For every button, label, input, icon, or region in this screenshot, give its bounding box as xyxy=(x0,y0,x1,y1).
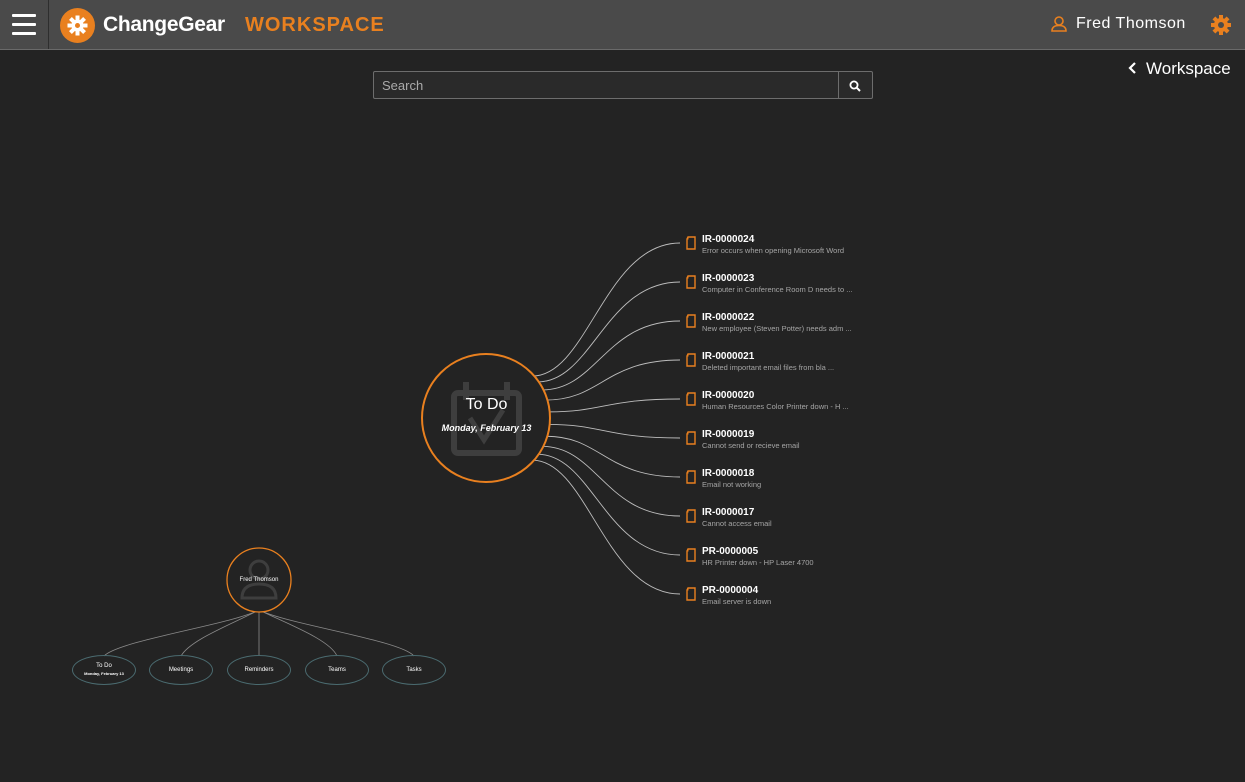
hub-link xyxy=(546,435,681,478)
ticket-description: HR Printer down - HP Laser 4700 xyxy=(702,558,814,567)
hub-link xyxy=(542,320,681,391)
minimap-user-name: Fred Thomson xyxy=(239,577,279,583)
minimap-node-label: Reminders xyxy=(244,667,274,673)
ticket-description: Human Resources Color Printer down - H .… xyxy=(702,402,849,411)
todo-hub-node[interactable] xyxy=(421,353,551,483)
document-icon xyxy=(686,470,696,484)
minimap-node-meetings[interactable]: Meetings xyxy=(149,655,213,685)
minimap-node-todo[interactable]: To Do Monday, February 13 xyxy=(72,655,136,685)
hub-links xyxy=(532,242,681,595)
hub-link xyxy=(537,453,681,556)
ticket-id: IR-0000024 xyxy=(702,234,755,245)
minimap-node-teams[interactable]: Teams xyxy=(305,655,369,685)
hub-link xyxy=(537,281,681,383)
ticket-description: Computer in Conference Room D needs to .… xyxy=(702,285,853,294)
hub-link xyxy=(532,242,681,377)
document-icon xyxy=(686,392,696,406)
hub-link xyxy=(532,459,681,595)
ticket-id: IR-0000022 xyxy=(702,312,755,323)
ticket-id: PR-0000004 xyxy=(702,585,759,596)
minimap-node-label: To Do xyxy=(96,663,112,669)
hub-title: To Do xyxy=(465,396,508,413)
document-icon xyxy=(686,587,696,601)
hub-link xyxy=(548,423,681,439)
document-icon xyxy=(686,236,696,250)
ticket-id: IR-0000023 xyxy=(702,273,755,284)
ticket-description: Deleted important email files from bla .… xyxy=(702,363,835,372)
document-icon xyxy=(686,548,696,562)
ticket-id: IR-0000019 xyxy=(702,429,755,440)
ticket-id: IR-0000020 xyxy=(702,390,755,401)
ticket-id: PR-0000005 xyxy=(702,546,759,557)
ticket-id: IR-0000021 xyxy=(702,351,755,362)
document-icon xyxy=(686,509,696,523)
ticket-description: Cannot send or recieve email xyxy=(702,441,800,450)
document-icon xyxy=(686,353,696,367)
ticket-description: Email not working xyxy=(702,480,762,489)
ticket-description: New employee (Steven Potter) needs adm .… xyxy=(702,324,852,333)
ticket-id: IR-0000018 xyxy=(702,468,755,479)
minimap-node-label: Tasks xyxy=(406,667,422,673)
minimap-link xyxy=(180,609,260,657)
minimap-node-reminders[interactable]: Reminders xyxy=(227,655,291,685)
ticket-description: Email server is down xyxy=(702,597,772,606)
minimap-link xyxy=(258,609,415,657)
document-icon xyxy=(686,314,696,328)
ticket-id: IR-0000017 xyxy=(702,507,755,518)
ticket-description: Cannot access email xyxy=(702,519,772,528)
hub-link xyxy=(541,445,681,517)
minimap-node-sublabel: Monday, February 13 xyxy=(84,671,124,676)
document-icon xyxy=(686,275,696,289)
minimap-link xyxy=(103,609,260,657)
minimap-node-label: Meetings xyxy=(168,667,194,673)
minimap-node-label: Teams xyxy=(328,667,346,673)
document-icon xyxy=(686,431,696,445)
hub-date: Monday, February 13 xyxy=(441,423,532,433)
minimap-links xyxy=(103,609,415,657)
hub-link xyxy=(548,398,681,413)
minimap-link xyxy=(258,609,338,657)
hub-link xyxy=(546,359,681,401)
minimap-node-tasks[interactable]: Tasks xyxy=(382,655,446,685)
ticket-description: Error occurs when opening Microsoft Word xyxy=(702,246,845,255)
